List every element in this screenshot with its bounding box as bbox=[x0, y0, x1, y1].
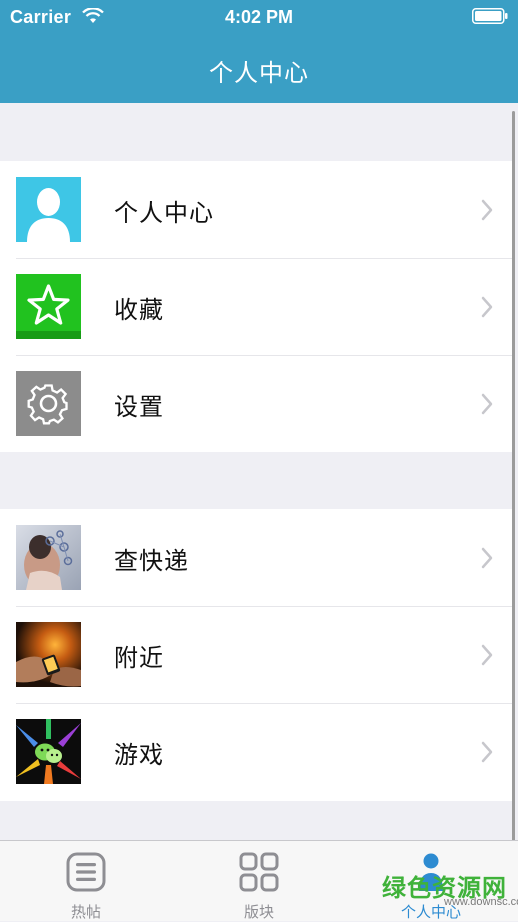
menu-item-label: 查快递 bbox=[114, 548, 189, 575]
tab-label: 热帖 bbox=[70, 904, 101, 921]
star-icon bbox=[16, 274, 81, 339]
menu-item-label: 设置 bbox=[114, 394, 164, 421]
menu-item-label: 游戏 bbox=[114, 742, 164, 769]
navigation-header: Carrier 4:02 PM 个人中心 bbox=[0, 0, 518, 103]
status-time: 4:02 PM bbox=[224, 7, 294, 27]
chevron-right-icon bbox=[481, 741, 493, 763]
menu-item-label: 附近 bbox=[114, 645, 164, 672]
page-title: 个人中心 bbox=[209, 60, 309, 87]
chevron-right-icon bbox=[481, 296, 493, 318]
chevron-right-icon bbox=[481, 547, 493, 569]
menu-item-settings[interactable]: 设置 bbox=[0, 355, 512, 452]
menu-item-express[interactable]: 查快递 bbox=[0, 509, 512, 606]
grid-icon bbox=[239, 852, 279, 892]
colorful-hands-photo bbox=[16, 719, 81, 784]
user-silhouette-icon bbox=[16, 177, 81, 242]
battery-icon bbox=[472, 8, 508, 24]
menu-item-profile[interactable]: 个人中心 bbox=[0, 161, 512, 258]
hands-phone-photo bbox=[16, 622, 81, 687]
menu-item-favorites[interactable]: 收藏 bbox=[0, 258, 512, 355]
network-people-photo bbox=[16, 525, 81, 590]
menu-group-services: 查快递 附近 游戏 bbox=[0, 509, 512, 801]
scrollbar[interactable] bbox=[512, 111, 515, 846]
menu-item-label: 收藏 bbox=[114, 297, 164, 324]
gear-icon bbox=[16, 371, 81, 436]
menu-item-label: 个人中心 bbox=[114, 200, 214, 227]
menu-group-primary: 个人中心 收藏 设置 bbox=[0, 161, 512, 452]
tab-label: 版块 bbox=[243, 904, 274, 921]
menu-item-nearby[interactable]: 附近 bbox=[0, 606, 512, 703]
watermark: 绿色资源网 www.downsc.com bbox=[382, 868, 518, 916]
chevron-right-icon bbox=[481, 199, 493, 221]
chevron-right-icon bbox=[481, 393, 493, 415]
watermark-url: www.downsc.com bbox=[444, 896, 518, 908]
tab-hot-posts[interactable]: 热帖 bbox=[31, 841, 141, 921]
menu-item-games[interactable]: 游戏 bbox=[0, 703, 512, 800]
list-icon bbox=[66, 852, 106, 892]
status-bar: Carrier 4:02 PM bbox=[0, 5, 518, 29]
chevron-right-icon bbox=[481, 644, 493, 666]
tab-sections[interactable]: 版块 bbox=[204, 841, 314, 921]
